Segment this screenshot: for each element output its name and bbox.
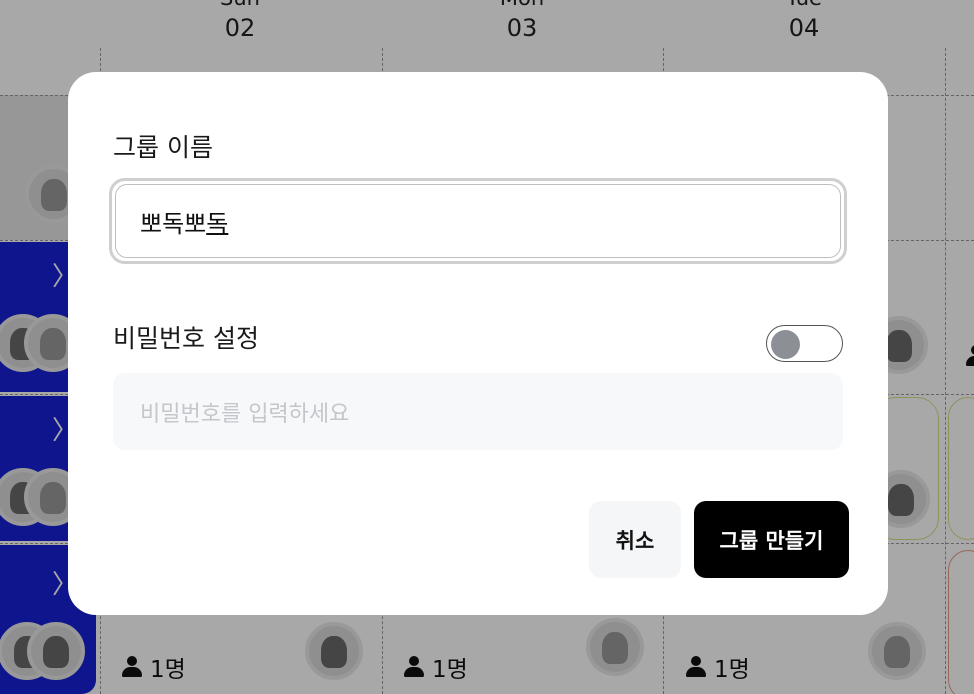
group-name-value: 뽀독뽀: [140, 209, 207, 238]
create-group-button[interactable]: 그룹 만들기: [694, 501, 849, 578]
password-toggle[interactable]: [766, 325, 843, 362]
password-placeholder: 비밀번호를 입력하세요: [140, 401, 350, 427]
password-input[interactable]: 비밀번호를 입력하세요: [113, 373, 843, 450]
group-name-field[interactable]: 뽀독뽀 독: [115, 184, 841, 258]
group-name-input[interactable]: 뽀독뽀 독: [109, 178, 847, 264]
toggle-knob: [771, 330, 800, 359]
group-name-composing: 독: [206, 209, 229, 238]
password-label: 비밀번호 설정: [113, 324, 259, 353]
group-name-label: 그룹 이름: [113, 133, 213, 162]
cancel-button[interactable]: 취소: [589, 501, 681, 578]
create-group-modal: 그룹 이름 뽀독뽀 독 비밀번호 설정 비밀번호를 입력하세요 취소 그룹 만들기: [68, 72, 888, 615]
